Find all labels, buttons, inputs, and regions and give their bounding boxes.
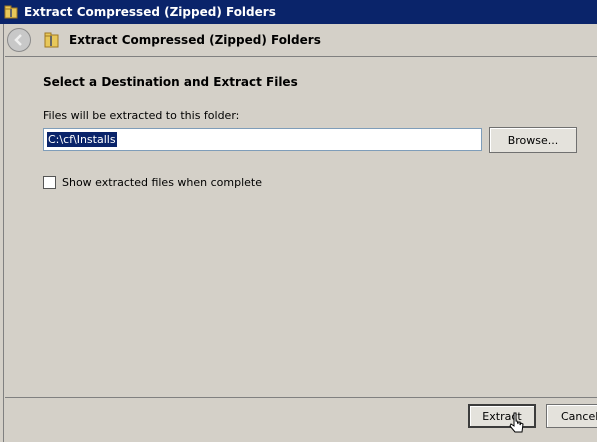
wizard-header: Extract Compressed (Zipped) Folders [4, 24, 597, 56]
mouse-pointer-icon [509, 412, 524, 433]
destination-value: C:\cf\Installs [47, 132, 117, 147]
browse-button[interactable]: Browse... [489, 127, 577, 153]
zip-folder-icon [44, 32, 59, 48]
show-files-option[interactable]: Show extracted files when complete [43, 176, 262, 189]
section-title: Select a Destination and Extract Files [43, 75, 298, 89]
destination-label: Files will be extracted to this folder: [43, 109, 240, 122]
back-arrow-icon [14, 34, 22, 46]
back-button[interactable] [7, 28, 31, 52]
show-files-checkbox[interactable] [43, 176, 56, 189]
cancel-button[interactable]: Cancel [546, 404, 597, 428]
wizard-title: Extract Compressed (Zipped) Folders [69, 33, 321, 47]
zip-folder-icon [4, 5, 18, 19]
show-files-label: Show extracted files when complete [62, 176, 263, 189]
extract-button[interactable]: Extract [468, 404, 536, 428]
wizard-content: Select a Destination and Extract Files F… [5, 56, 597, 398]
window-titlebar[interactable]: Extract Compressed (Zipped) Folders [0, 0, 597, 24]
window-frame [0, 24, 4, 442]
window-title: Extract Compressed (Zipped) Folders [24, 5, 276, 19]
destination-input[interactable]: C:\cf\Installs [43, 128, 482, 151]
